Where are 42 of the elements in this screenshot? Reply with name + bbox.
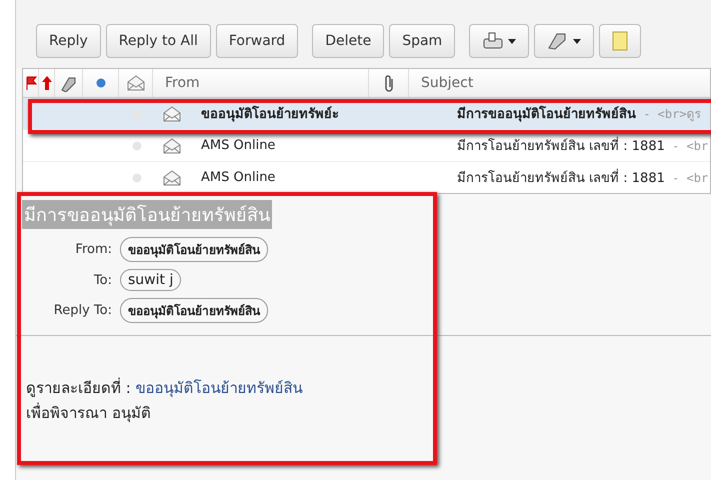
status-dot-icon[interactable] — [96, 78, 106, 88]
caret-icon — [508, 38, 516, 44]
tag-dropdown[interactable] — [534, 24, 594, 58]
preview-text: - <br>ดูร — [642, 107, 701, 121]
toolbar-button[interactable]: Spam — [389, 24, 456, 58]
message-body: ดูรายละเอียดที่ : ขออนุมัติโอนย้ายทรัพย์สิน เพื่อพิจารณา อนุมัติ — [26, 376, 304, 424]
contact-chip[interactable]: suwit j — [120, 269, 182, 291]
preview-text: - <br — [671, 171, 708, 185]
print-dropdown[interactable] — [469, 24, 530, 58]
envelope-icon — [163, 170, 181, 186]
header-label: From: — [74, 242, 112, 257]
sender-text: ขออนุมัติโอนย้ายทรัพย์ะ — [201, 107, 339, 122]
header-label: Reply To: — [52, 303, 112, 318]
envelope-icon[interactable] — [126, 75, 144, 91]
column-header[interactable]: Subject — [421, 75, 474, 91]
message-row[interactable]: AMS Online มีการโอนย้ายทรัพย์สิน เลขที่ : 1881 - <br — [23, 130, 710, 162]
message-subject: มีการขออนุมัติโอนย้ายทรัพย์สิน — [22, 200, 272, 229]
note-icon — [612, 31, 628, 51]
subject-text: มีการโอนย้ายทรัพย์สิน เลขที่ : 1881 — [457, 139, 665, 154]
sender-text: AMS Online — [201, 138, 276, 153]
preview-text: - <br — [671, 139, 708, 153]
toolbar-button[interactable]: Reply to All — [106, 24, 211, 58]
toolbar-button[interactable]: Forward — [216, 24, 298, 58]
toolbar-button[interactable]: Delete — [312, 24, 384, 58]
message-row[interactable]: AMS Online มีการโอนย้ายทรัพย์สิน เลขที่ : 1881 - <br — [23, 162, 710, 193]
read-dot-icon — [132, 172, 142, 182]
contact-chip[interactable]: ขออนุมัติโอนย้ายทรัพย์สิน — [120, 298, 268, 323]
contact-chip[interactable]: ขออนุมัติโอนย้ายทรัพย์สิน — [120, 237, 268, 262]
priority-icon[interactable] — [42, 76, 52, 90]
printer-icon — [482, 32, 504, 50]
flag-icon[interactable] — [24, 76, 36, 90]
read-dot-icon — [132, 140, 142, 150]
envelope-icon — [163, 106, 181, 122]
subject-text: มีการโอนย้ายทรัพย์สิน เลขที่ : 1881 — [457, 171, 665, 186]
sender-text: AMS Online — [201, 170, 276, 185]
column-header[interactable]: From — [165, 75, 200, 91]
toolbar-button[interactable]: Reply — [36, 24, 101, 58]
envelope-icon — [163, 138, 181, 154]
header-label: To: — [92, 272, 112, 288]
subject-text: มีการขออนุมัติโอนย้ายทรัพย์สิน — [457, 107, 636, 122]
message-link[interactable]: ขออนุมัติโอนย้ายทรัพย์สิน — [136, 379, 303, 397]
caret-icon — [573, 38, 582, 44]
